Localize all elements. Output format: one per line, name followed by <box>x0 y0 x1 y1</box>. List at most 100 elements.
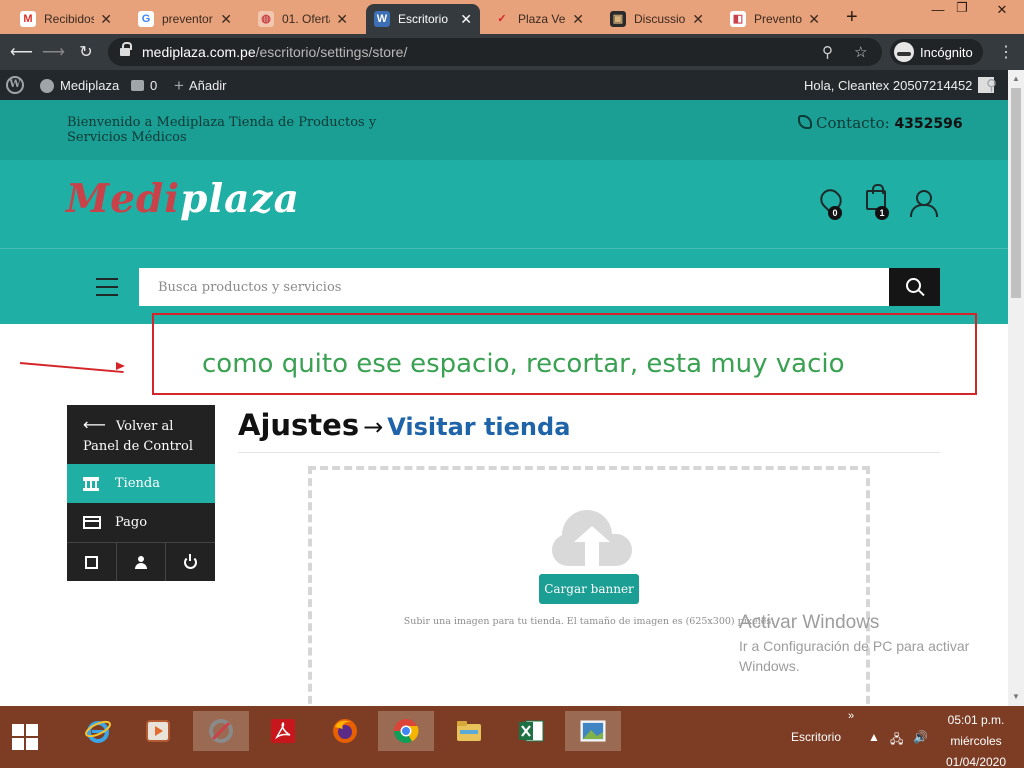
url-text[interactable]: mediplaza.com.pe/escritorio/settings/sto… <box>142 44 407 60</box>
contact-info: Contacto: 4352596 <box>798 114 963 132</box>
page-scrollbar[interactable]: ▲ ▼ <box>1008 70 1024 706</box>
wordpress-logo-icon[interactable]: W <box>6 76 24 94</box>
taskbar-pdf-reader[interactable] <box>255 711 311 751</box>
taskbar-internet-explorer[interactable] <box>70 711 126 751</box>
chrome-icon <box>394 719 419 744</box>
browser-tab-6[interactable]: ▣ Discussion ✕ <box>602 4 712 34</box>
taskbar-file-explorer[interactable] <box>441 711 497 751</box>
tab-close-icon[interactable]: ✕ <box>100 11 112 28</box>
wishlist-count-badge: 0 <box>828 206 842 220</box>
windows-taskbar: Escritorio » ▲ 🖧 🔊 05:01 p.m. miércoles … <box>0 706 1024 768</box>
forward-arrow-icon[interactable]: ⟶ <box>42 42 65 62</box>
tab-close-icon[interactable]: ✕ <box>460 11 472 28</box>
sidebar-item-payment[interactable]: Pago <box>67 503 215 542</box>
logout-button[interactable] <box>165 543 215 581</box>
admin-comments-link[interactable]: 0 <box>131 78 157 93</box>
search-input[interactable] <box>139 268 889 306</box>
welcome-text: Bienvenido a Mediplaza Tienda de Product… <box>67 115 377 145</box>
volume-icon[interactable]: 🔊 <box>913 730 928 744</box>
scroll-up-arrow-icon[interactable]: ▲ <box>1008 74 1024 83</box>
browser-tab-5[interactable]: ✓ Plaza Vea ✕ <box>486 4 592 34</box>
sidebar-item-store[interactable]: Tienda <box>67 464 225 503</box>
browser-toolbar: ⟵ ⟶ ↻ mediplaza.com.pe/escritorio/settin… <box>0 34 1024 70</box>
profile-button[interactable] <box>116 543 165 581</box>
comment-bubble-icon <box>131 80 144 91</box>
user-account-icon[interactable] <box>910 190 938 217</box>
taskbar-firefox[interactable] <box>317 711 373 751</box>
dashboard-icon <box>40 78 54 93</box>
upload-banner-button[interactable]: Cargar banner <box>539 574 639 604</box>
tab-favicon-icon: ◍ <box>258 11 274 27</box>
photo-viewer-icon <box>580 720 606 742</box>
site-header: Mediplaza 0 1 <box>0 160 1008 324</box>
tab-close-icon[interactable]: ✕ <box>220 11 232 28</box>
cart-count-badge: 1 <box>875 206 889 220</box>
annotation-arrow-head <box>116 362 125 370</box>
search-button[interactable] <box>889 268 940 306</box>
windows-start-icon[interactable] <box>12 724 38 750</box>
minimize-window-button[interactable]: — <box>926 2 950 17</box>
visit-store-link[interactable]: Visitar tienda <box>387 413 570 441</box>
browser-tab-1[interactable]: M Recibidos ✕ <box>12 4 120 34</box>
user-icon <box>135 556 147 569</box>
visit-store-button[interactable] <box>67 543 116 581</box>
annotation-text: como quito ese espacio, recortar, esta m… <box>202 349 845 379</box>
taskbar-media-player[interactable] <box>130 711 186 751</box>
browser-tab-4[interactable]: W Escritorio ✕ <box>366 4 480 34</box>
admin-add-new-link[interactable]: + Añadir <box>174 76 227 95</box>
title-divider <box>238 452 940 453</box>
restore-window-button[interactable]: ❐ <box>950 0 974 16</box>
taskbar-photo-viewer[interactable] <box>565 711 621 751</box>
site-logo[interactable]: Mediplaza <box>66 176 300 222</box>
taskbar-chrome[interactable] <box>378 711 434 751</box>
scroll-down-arrow-icon[interactable]: ▼ <box>1008 692 1024 701</box>
tab-favicon-icon: ✓ <box>494 11 510 27</box>
lock-icon <box>120 42 132 57</box>
tab-close-icon[interactable]: ✕ <box>572 11 584 28</box>
taskbar-recording-app[interactable] <box>193 711 249 751</box>
plus-icon: + <box>174 76 184 95</box>
tab-label: Escritorio <box>398 12 449 26</box>
reload-icon[interactable]: ↻ <box>75 42 97 62</box>
desktop-toolbar-label[interactable]: Escritorio <box>791 730 841 744</box>
wp-admin-bar: W Mediplaza 0 + Añadir Hola, Cleantex 20… <box>0 70 1008 100</box>
tab-close-icon[interactable]: ✕ <box>692 11 704 28</box>
hamburger-menu-icon[interactable] <box>96 278 118 302</box>
tab-favicon-icon: G <box>138 11 154 27</box>
browser-tab-strip: M Recibidos ✕ Gpreventor ✕ ◍ 01. Oferta ✕ W Escri… <box>0 0 1024 34</box>
browser-tab-2[interactable]: Gpreventor ✕ <box>130 4 240 34</box>
admin-account-menu[interactable]: Hola, Cleantex 20507214452 <box>804 77 995 93</box>
taskbar-excel[interactable] <box>503 711 559 751</box>
tab-favicon-icon: W <box>374 11 390 27</box>
search-icon[interactable]: ⚲ <box>986 76 997 94</box>
browser-tab-7[interactable]: ◧ Preventor ✕ <box>722 4 828 34</box>
banner-upload-zone[interactable]: Cargar banner Subir una imagen para tu t… <box>308 466 870 716</box>
header-divider <box>0 248 1008 249</box>
page-title: Ajustes → Visitar tienda <box>238 408 571 442</box>
browser-menu-icon[interactable]: ⋮ <box>998 42 1014 62</box>
admin-site-link[interactable]: Mediplaza <box>40 78 119 93</box>
tab-close-icon[interactable]: ✕ <box>808 11 820 28</box>
dashboard-sidebar: ⟵ Volver al Panel de Control Tienda Pago <box>67 405 225 581</box>
browser-tab-3[interactable]: ◍ 01. Oferta ✕ <box>250 4 356 34</box>
tray-expand-icon[interactable]: ▲ <box>868 730 880 744</box>
system-clock[interactable]: 05:01 p.m. miércoles 01/04/2020 <box>935 710 1017 768</box>
tab-favicon-icon: ◧ <box>730 11 746 27</box>
chevron-right-icon[interactable]: » <box>848 710 854 722</box>
tab-label: Recibidos <box>44 12 95 26</box>
back-to-dashboard-link[interactable]: ⟵ Volver al Panel de Control <box>67 405 215 464</box>
network-icon[interactable]: 🖧 <box>890 730 903 751</box>
annotation-arrow <box>19 362 124 374</box>
new-tab-button[interactable]: + <box>846 6 858 29</box>
bookmark-star-icon[interactable]: ☆ <box>854 43 867 61</box>
scroll-thumb[interactable] <box>1011 88 1021 298</box>
address-bar[interactable]: mediplaza.com.pe/escritorio/settings/sto… <box>108 38 882 66</box>
close-window-button[interactable]: ✕ <box>990 2 1014 18</box>
internet-explorer-icon <box>85 720 111 743</box>
incognito-indicator[interactable]: Incógnito <box>890 39 983 65</box>
back-arrow-icon[interactable]: ⟵ <box>10 42 33 62</box>
tab-close-icon[interactable]: ✕ <box>336 11 348 28</box>
zoom-icon[interactable]: ⚲ <box>822 43 833 61</box>
credit-card-icon <box>83 516 101 529</box>
annotation-box: como quito ese espacio, recortar, esta m… <box>152 313 977 395</box>
